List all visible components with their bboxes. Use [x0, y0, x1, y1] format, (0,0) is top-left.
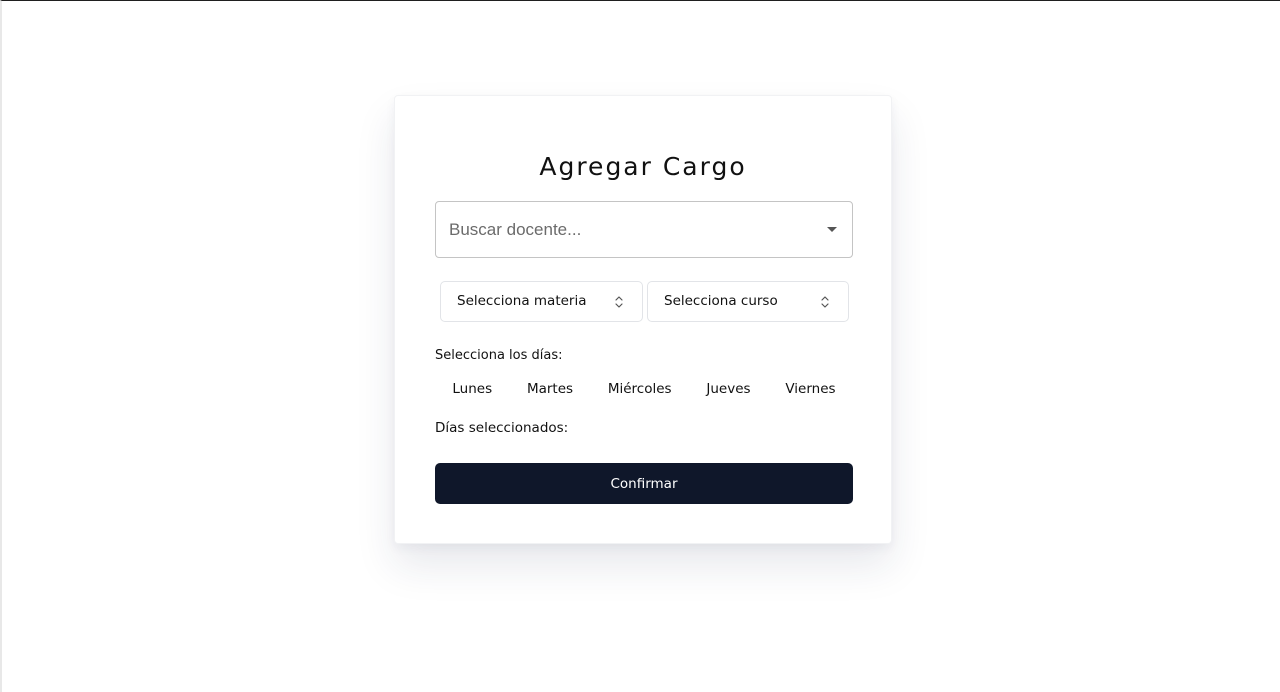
- days-toggle-group: Lunes Martes Miércoles Jueves Viernes: [435, 378, 853, 400]
- confirm-button[interactable]: Confirmar: [435, 463, 853, 504]
- day-button-jueves[interactable]: Jueves: [704, 381, 752, 397]
- days-label: Selecciona los días:: [435, 348, 563, 363]
- form-title: Agregar Cargo: [539, 152, 747, 181]
- materia-select-label: Selecciona materia: [457, 293, 587, 309]
- caret-down-icon[interactable]: [827, 227, 837, 232]
- chevron-up-down-icon: [821, 296, 829, 308]
- add-cargo-card: Agregar Cargo Selecciona materia Selecci…: [394, 95, 892, 544]
- chevron-up-down-icon: [615, 296, 623, 308]
- curso-select[interactable]: Selecciona curso: [647, 281, 849, 322]
- day-button-lunes[interactable]: Lunes: [450, 381, 494, 397]
- day-button-miercoles[interactable]: Miércoles: [606, 381, 674, 397]
- materia-select[interactable]: Selecciona materia: [440, 281, 643, 322]
- day-button-viernes[interactable]: Viernes: [783, 381, 837, 397]
- docente-search-select[interactable]: [435, 201, 853, 258]
- docente-search-input[interactable]: [449, 202, 809, 257]
- page-background: Agregar Cargo Selecciona materia Selecci…: [0, 0, 1280, 692]
- curso-select-label: Selecciona curso: [664, 293, 778, 309]
- day-button-martes[interactable]: Martes: [525, 381, 575, 397]
- selected-days-label: Días seleccionados:: [435, 420, 569, 436]
